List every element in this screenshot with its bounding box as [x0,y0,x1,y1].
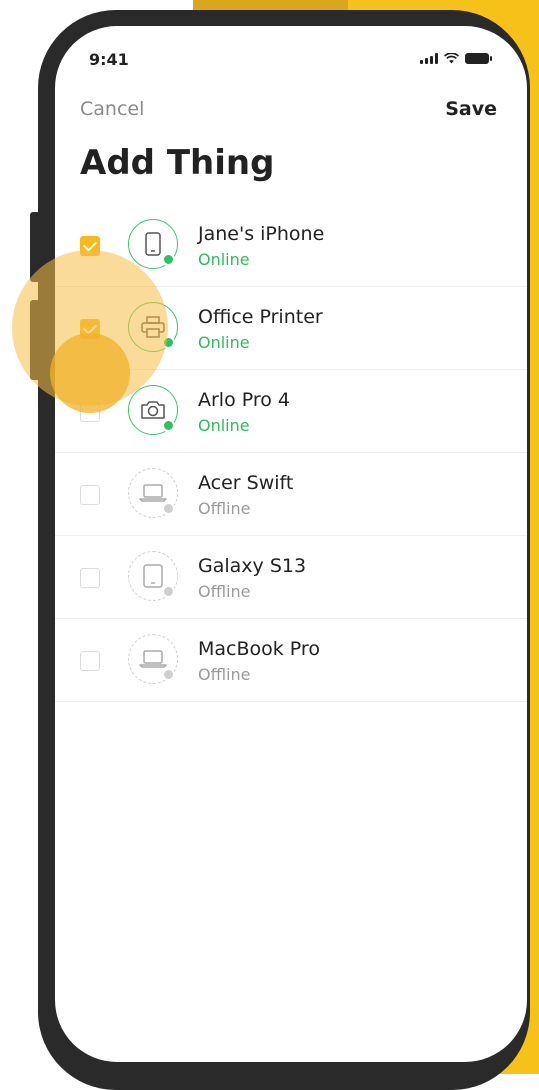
device-icon-circle [128,385,178,435]
device-name: MacBook Pro [198,638,320,660]
device-row[interactable]: MacBook Pro Offline [55,619,527,702]
tablet-icon [143,564,163,588]
device-icon-circle [128,634,178,684]
offline-status-dot [162,502,175,515]
online-status-dot [162,419,175,432]
device-status: Online [198,333,250,352]
phone-screen: 9:41 Cancel Save Add Thing Jane's iPhone… [55,26,527,1062]
device-name: Galaxy S13 [198,555,307,577]
camera-icon [141,401,165,419]
wifi-icon [444,53,459,64]
device-icon-circle [128,468,178,518]
device-status: Online [198,416,250,435]
device-checkbox[interactable] [80,568,100,588]
device-icon-circle [128,551,178,601]
online-status-dot [162,253,175,266]
device-checkbox[interactable] [80,651,100,671]
device-name: Office Printer [198,306,323,328]
phone-icon [145,232,161,256]
device-icon-circle [128,219,178,269]
offline-status-dot [162,668,175,681]
device-status: Offline [198,665,251,684]
laptop-icon [139,484,167,502]
device-name: Jane's iPhone [198,223,325,245]
save-button[interactable]: Save [445,98,497,120]
device-checkbox[interactable] [80,485,100,505]
cancel-button[interactable]: Cancel [80,98,144,120]
touch-indicator-inner [50,333,130,413]
status-icons [420,53,492,64]
device-status: Online [198,250,250,269]
signal-icon [420,53,438,64]
device-row[interactable]: Acer Swift Offline [55,453,527,536]
page-title: Add Thing [80,143,275,183]
device-row[interactable]: Galaxy S13 Offline [55,536,527,619]
offline-status-dot [162,585,175,598]
device-name: Acer Swift [198,472,294,494]
device-status: Offline [198,582,251,601]
battery-icon [465,53,492,64]
status-time: 9:41 [89,50,129,69]
device-name: Arlo Pro 4 [198,389,291,411]
device-status: Offline [198,499,251,518]
laptop-icon [139,650,167,668]
